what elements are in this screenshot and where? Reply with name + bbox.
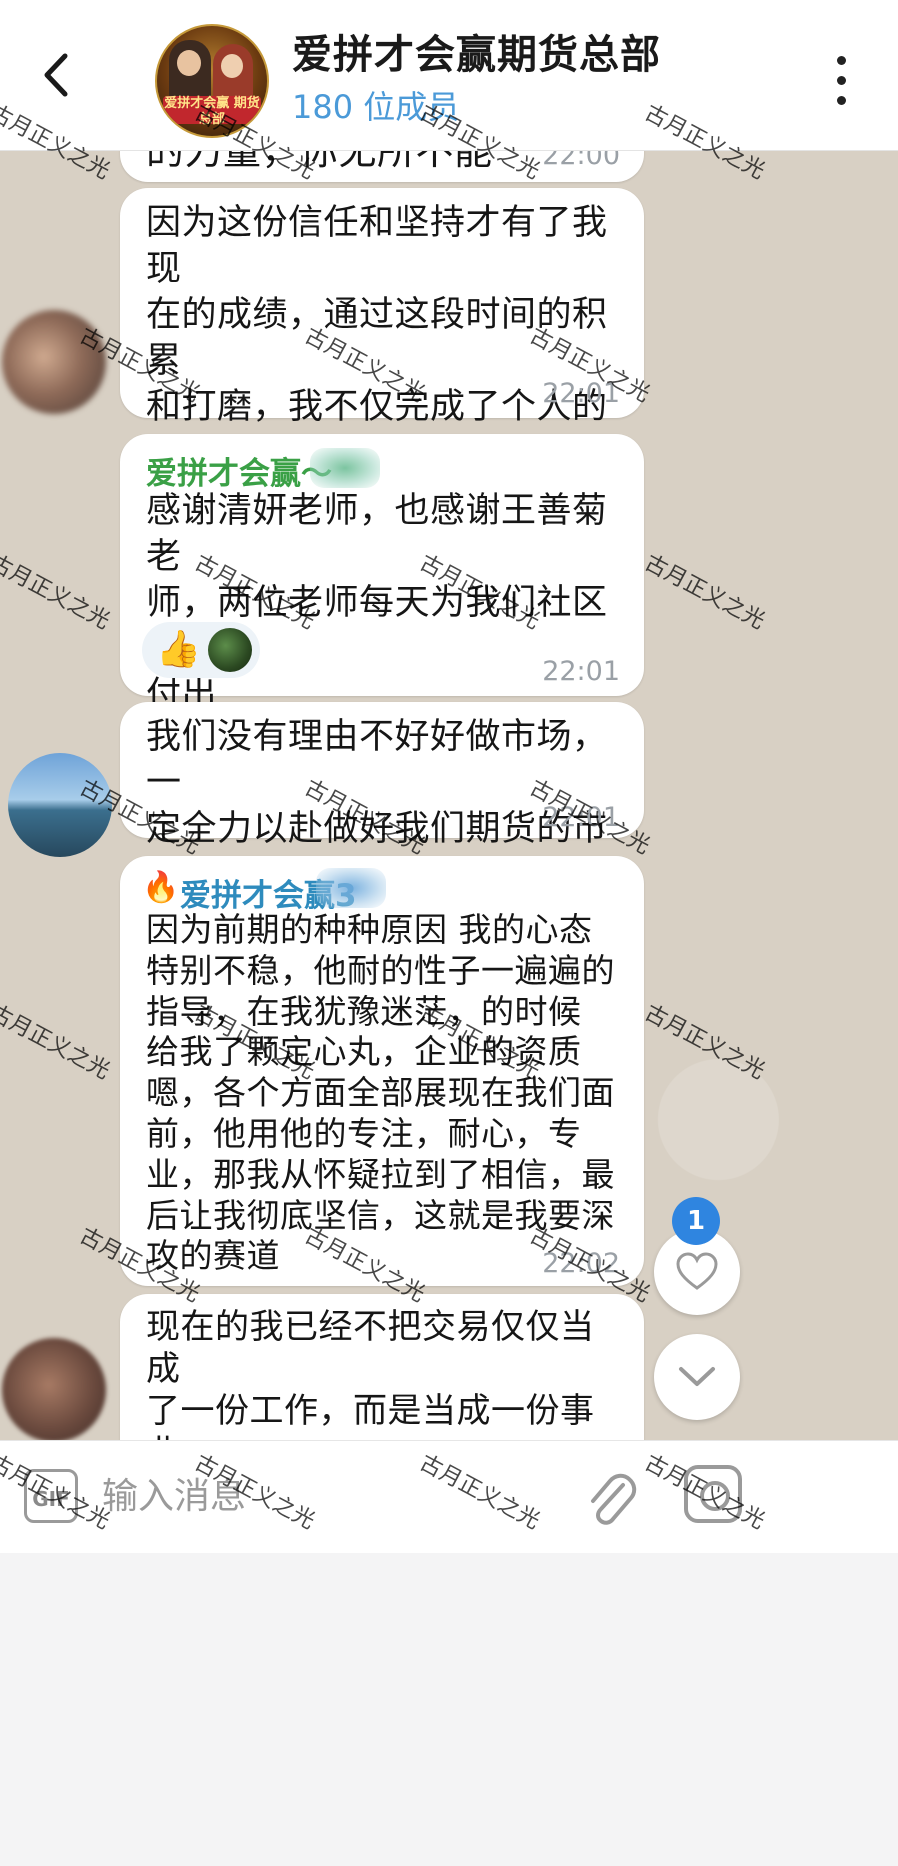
fire-icon: 🔥 <box>142 870 180 905</box>
reactor-avatar <box>208 628 252 672</box>
unread-badge[interactable]: 1 <box>672 1197 720 1245</box>
avatar-face-woman <box>221 54 243 78</box>
more-menu-button[interactable] <box>826 50 856 110</box>
message-time: 22:01 <box>542 656 620 687</box>
message-input[interactable] <box>102 1471 552 1521</box>
group-avatar[interactable]: 爱拼才会赢 期货总部 <box>155 24 269 138</box>
avatar-face-man <box>177 50 201 76</box>
gif-button[interactable]: GIF <box>24 1469 78 1523</box>
sender-name[interactable]: 爱拼才会赢～ <box>146 448 332 493</box>
thumbs-up-icon: 👍 <box>156 629 201 670</box>
message-bubble[interactable]: 我们没有理由不好好做市场，一 定全力以赴做好我们期货的市场 22:01 <box>120 702 644 895</box>
camera-icon[interactable] <box>684 1465 742 1523</box>
redacted-name <box>310 448 380 488</box>
message-bubble[interactable]: 🔥 爱拼才会赢3 因为前期的种种原因 我的心态 特别不稳，他耐的性子一遍遍的 指… <box>120 856 644 1286</box>
dot <box>836 75 846 85</box>
message-input-bar: GIF <box>0 1440 898 1553</box>
more-vert-icon <box>836 55 846 65</box>
scroll-down-button[interactable] <box>654 1334 740 1420</box>
back-button[interactable] <box>30 40 82 110</box>
avatar[interactable] <box>2 1338 106 1442</box>
member-count[interactable]: 180 位成员 <box>292 82 459 128</box>
paperclip-icon[interactable] <box>583 1465 639 1529</box>
heart-icon <box>676 1252 718 1290</box>
chevron-down-icon <box>679 1367 715 1386</box>
message-time: 22:02 <box>542 1248 620 1279</box>
redacted-name <box>316 868 386 908</box>
chat-header: 爱拼才会赢 期货总部 爱拼才会赢期货总部 180 位成员 <box>0 0 898 151</box>
message-text: 因为前期的种种原因 我的心态 特别不稳，他耐的性子一遍遍的 指导，在我犹豫迷茫，… <box>146 910 615 1276</box>
dot <box>836 95 846 105</box>
avatar[interactable] <box>8 753 112 857</box>
avatar-caption: 爱拼才会赢 期货总部 <box>163 96 261 127</box>
group-title[interactable]: 爱拼才会赢期货总部 <box>292 22 661 80</box>
avatar[interactable] <box>2 310 106 414</box>
message-time: 22:01 <box>542 802 620 833</box>
message-bubble[interactable]: 爱拼才会赢～ 感谢清妍老师，也感谢王善菊老 师，两位老师每天为我们社区的 付出 … <box>120 434 644 715</box>
chevron-left-icon <box>44 53 68 97</box>
reaction-pill[interactable]: 👍 <box>142 622 260 678</box>
message-bubble[interactable]: 因为这份信任和坚持才有了我现 在的成绩，通过这段时间的积累 和打磨，我不仅完成了… <box>120 188 644 611</box>
bottom-safe-area <box>0 1552 898 1866</box>
message-time: 22:01 <box>542 378 620 409</box>
